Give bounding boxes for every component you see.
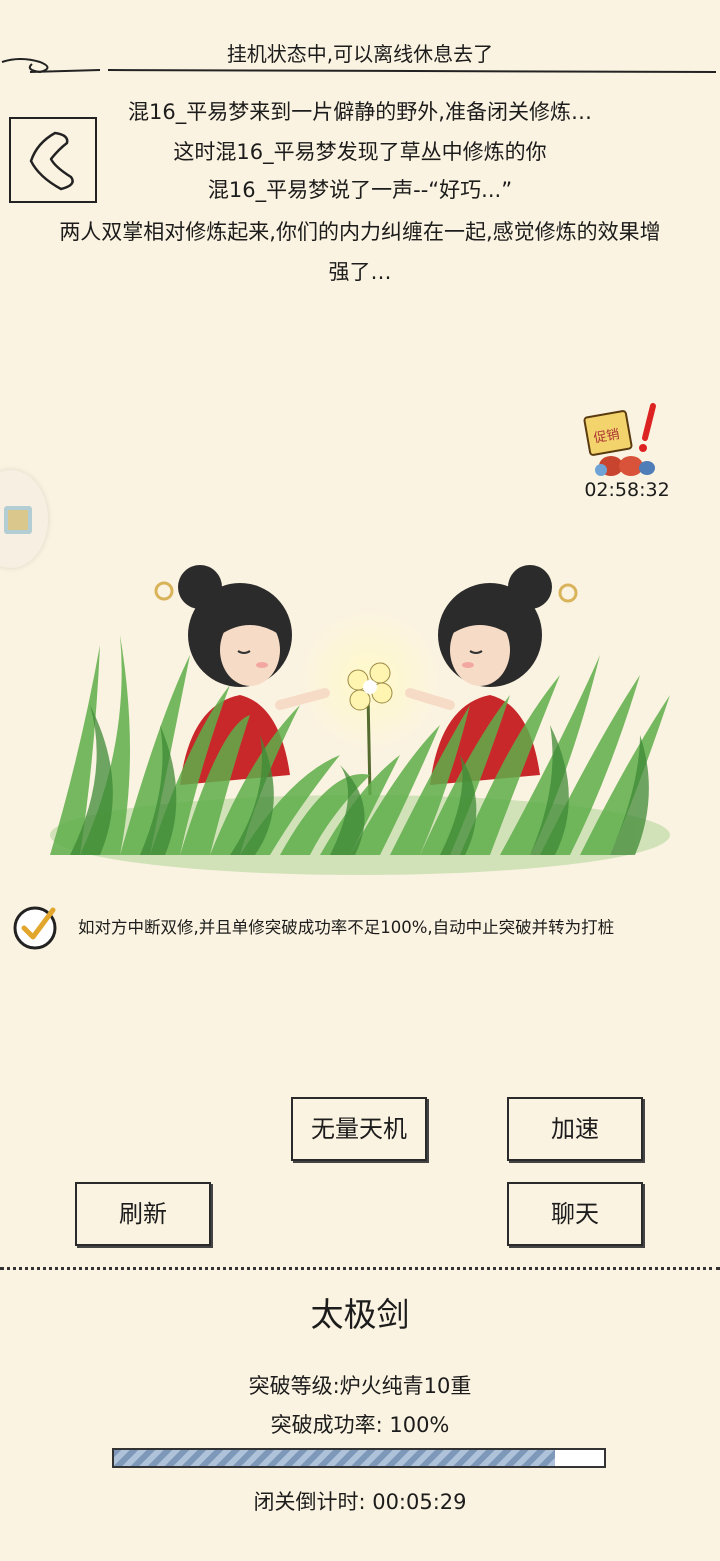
refresh-button[interactable]: 刷新 [75, 1182, 211, 1246]
speed-up-button[interactable]: 加速 [507, 1097, 643, 1161]
promo-sale-icon[interactable]: 促销 [583, 400, 673, 482]
side-tab-icon [4, 506, 32, 534]
promo-timer: 02:58:32 [584, 479, 670, 501]
cultivation-scene [50, 565, 670, 875]
story-line: 强了… [328, 260, 392, 284]
breakthrough-level: 突破等级:炉火纯青10重 [248, 1374, 472, 1398]
header-brush-line [1, 58, 717, 74]
auto-stop-checkbox[interactable] [11, 902, 59, 950]
auto-stop-label: 如对方中断双修,并且单修突破成功率不足100%,自动中止突破并转为打桩 [78, 918, 615, 937]
skill-name: 太极剑 [310, 1295, 410, 1334]
story-line: 混16_平易梦说了一声--“好巧...” [207, 178, 513, 202]
story-line: 两人双掌相对修炼起来,你们的内力纠缠在一起,感觉修炼的效果增 [59, 220, 661, 244]
success-rate: 突破成功率: 100% [270, 1413, 450, 1437]
progress-fill [114, 1450, 555, 1466]
side-tab[interactable] [0, 470, 48, 568]
countdown-timer: 闭关倒计时: 00:05:29 [253, 1490, 467, 1514]
story-line: 这时混16_平易梦发现了草丛中修炼的你 [173, 140, 547, 164]
story-line: 混16_平易梦来到一片僻静的野外,准备闭关修炼… [128, 100, 592, 124]
wuliang-tianji-button[interactable]: 无量天机 [291, 1097, 427, 1161]
section-divider [0, 1267, 720, 1270]
progress-bar [112, 1448, 606, 1468]
chat-button[interactable]: 聊天 [507, 1182, 643, 1246]
